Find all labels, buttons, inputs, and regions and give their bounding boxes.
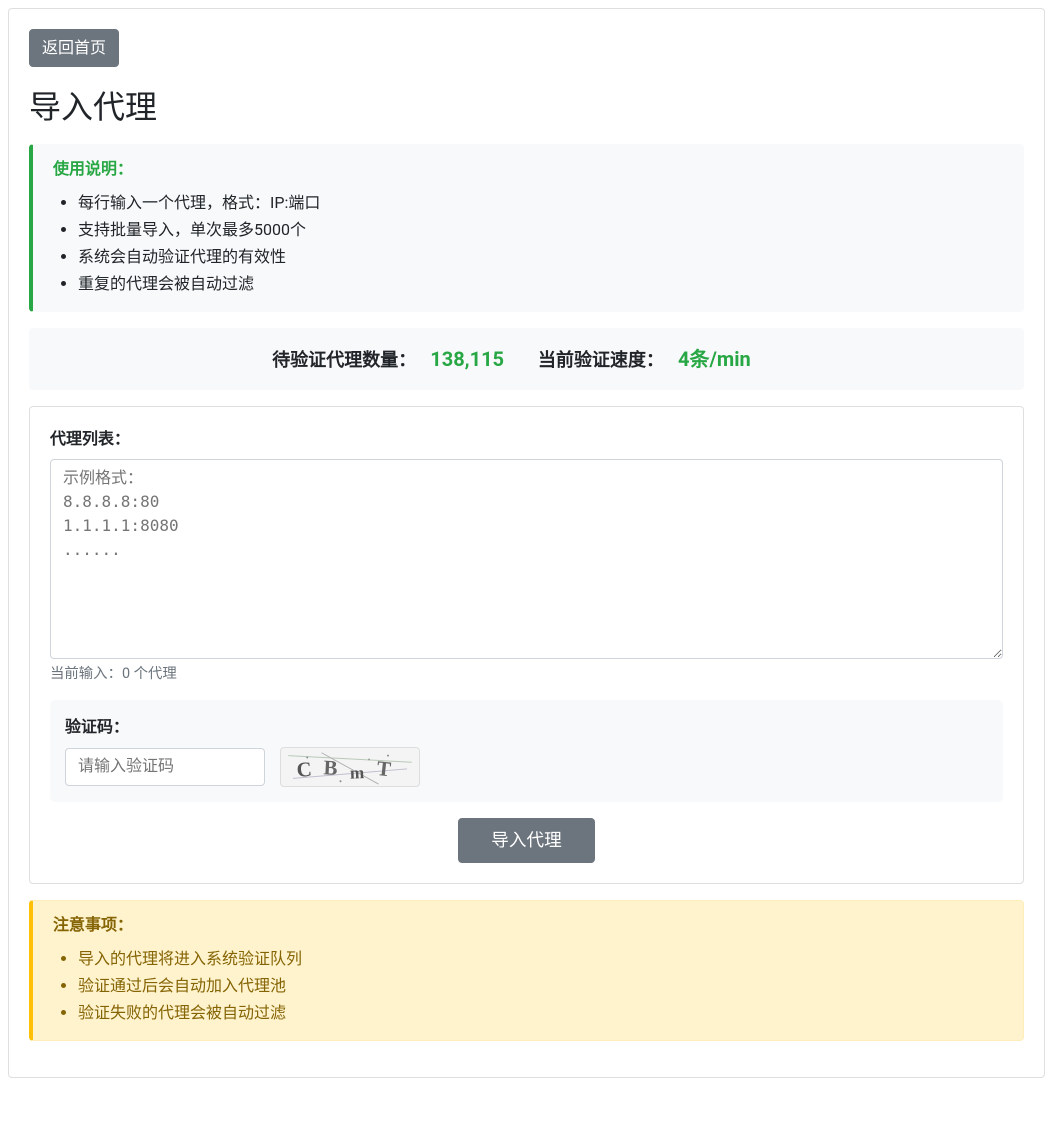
instructions-item: 系统会自动验证代理的有效性 <box>78 245 1003 269</box>
pending-count-label: 待验证代理数量： <box>272 350 416 371</box>
input-count-value: 0 <box>122 665 130 682</box>
notes-panel: 注意事项： 导入的代理将进入系统验证队列 验证通过后会自动加入代理池 验证失败的… <box>29 900 1024 1041</box>
notes-item: 验证失败的代理会被自动过滤 <box>78 1001 1003 1025</box>
svg-text:m: m <box>350 764 365 783</box>
captcha-row: C B m T <box>65 747 988 787</box>
svg-text:B: B <box>323 756 338 781</box>
verify-speed-label: 当前验证速度： <box>538 350 664 371</box>
back-home-button[interactable]: 返回首页 <box>29 29 119 67</box>
input-count: 当前输入：0 个代理 <box>50 663 1003 685</box>
notes-list: 导入的代理将进入系统验证队列 验证通过后会自动加入代理池 验证失败的代理会被自动… <box>53 947 1003 1025</box>
captcha-image[interactable]: C B m T <box>280 747 420 787</box>
instructions-title: 使用说明： <box>53 157 1003 181</box>
notes-title: 注意事项： <box>53 913 1003 937</box>
submit-button[interactable]: 导入代理 <box>458 818 594 862</box>
proxy-list-group: 代理列表： 当前输入：0 个代理 <box>50 427 1003 685</box>
instructions-item: 每行输入一个代理，格式：IP:端口 <box>78 191 1003 215</box>
svg-text:C: C <box>296 757 313 782</box>
main-container: 返回首页 导入代理 使用说明： 每行输入一个代理，格式：IP:端口 支持批量导入… <box>8 8 1045 1078</box>
verify-speed-value: 4条/min <box>678 347 751 371</box>
input-count-suffix: 个代理 <box>130 665 177 682</box>
svg-text:T: T <box>376 756 392 781</box>
notes-item: 验证通过后会自动加入代理池 <box>78 974 1003 998</box>
captcha-group: 验证码： C B m T <box>50 700 1003 802</box>
instructions-item: 支持批量导入，单次最多5000个 <box>78 218 1003 242</box>
proxy-list-textarea[interactable] <box>50 459 1003 659</box>
input-count-prefix: 当前输入： <box>50 665 122 682</box>
form-card: 代理列表： 当前输入：0 个代理 验证码： C B m T <box>29 406 1024 884</box>
instructions-item: 重复的代理会被自动过滤 <box>78 272 1003 296</box>
captcha-input[interactable] <box>65 748 265 786</box>
submit-row: 导入代理 <box>50 818 1003 862</box>
page-title: 导入代理 <box>29 83 1024 131</box>
stats-panel: 待验证代理数量： 138,115 当前验证速度： 4条/min <box>29 328 1024 390</box>
proxy-list-label: 代理列表： <box>50 427 130 451</box>
pending-count-value: 138,115 <box>430 347 504 371</box>
captcha-label: 验证码： <box>65 715 988 739</box>
instructions-panel: 使用说明： 每行输入一个代理，格式：IP:端口 支持批量导入，单次最多5000个… <box>29 144 1024 312</box>
notes-item: 导入的代理将进入系统验证队列 <box>78 947 1003 971</box>
instructions-list: 每行输入一个代理，格式：IP:端口 支持批量导入，单次最多5000个 系统会自动… <box>53 191 1003 296</box>
